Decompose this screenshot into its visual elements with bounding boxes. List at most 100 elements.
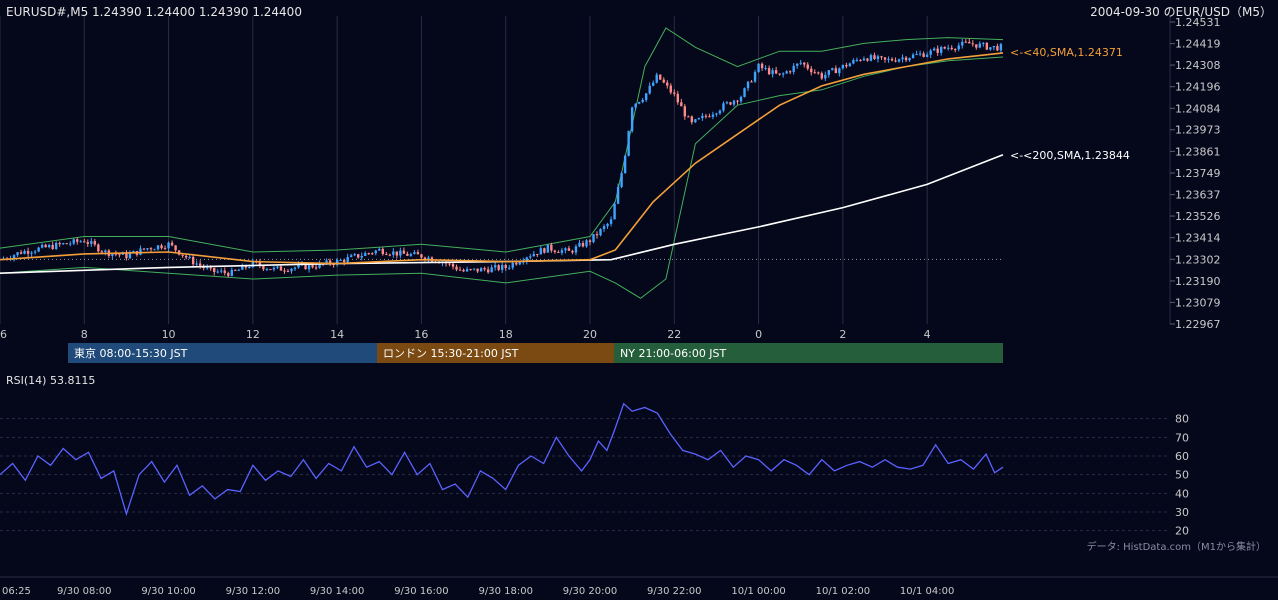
candle-body xyxy=(996,45,999,51)
candle-body xyxy=(961,41,964,46)
candle-body xyxy=(23,250,26,254)
candle-body xyxy=(869,55,873,61)
price-tick-label: 1.23302 xyxy=(1175,253,1221,266)
candle-body xyxy=(637,102,641,104)
candle-body xyxy=(648,85,651,94)
candle-body xyxy=(694,119,697,123)
candle-body xyxy=(529,256,532,258)
candle-body xyxy=(978,43,982,48)
candle-body xyxy=(104,250,107,252)
candle-body xyxy=(992,45,996,48)
rsi-tick-label: 70 xyxy=(1175,431,1189,444)
candle-body xyxy=(708,116,711,118)
candle-body xyxy=(346,257,349,263)
candle-body xyxy=(353,254,356,256)
time-tick-label: 9/30 08:00 xyxy=(57,586,111,597)
candle-body xyxy=(939,47,943,53)
candle-body xyxy=(954,49,957,51)
candle-body xyxy=(985,42,989,50)
candle-body xyxy=(209,267,212,269)
candle-body xyxy=(578,243,581,247)
candle-body xyxy=(673,92,676,94)
candle-body xyxy=(536,253,539,255)
candle-body xyxy=(753,72,757,82)
candle-body xyxy=(290,268,293,272)
time-tick-label: 10/1 02:00 xyxy=(816,586,870,597)
chart-title: 2004-09-30 のEUR/USD（M5） xyxy=(1090,5,1272,19)
time-tick-label: 9/30 12:00 xyxy=(226,586,280,597)
candle-body xyxy=(771,70,774,75)
candle-body xyxy=(381,248,384,255)
time-tick-label: 9/30 10:00 xyxy=(141,586,195,597)
candle-body xyxy=(806,64,809,69)
candle-body xyxy=(40,244,44,248)
price-x-tick-label: 22 xyxy=(667,328,681,341)
candle-body xyxy=(156,245,160,250)
candle-body xyxy=(139,248,142,255)
candle-body xyxy=(852,59,855,64)
rsi-tick-label: 60 xyxy=(1175,450,1189,463)
candle-body xyxy=(557,251,560,253)
candle-body xyxy=(581,243,585,247)
candle-body xyxy=(262,266,265,270)
candle-body xyxy=(367,253,370,255)
candle-body xyxy=(142,248,146,250)
price-x-tick-label: 4 xyxy=(924,328,931,341)
candle-body xyxy=(627,131,630,156)
candle-body xyxy=(834,68,838,74)
candle-body xyxy=(574,246,578,253)
candle-body xyxy=(592,234,595,243)
candle-body xyxy=(925,54,929,57)
candle-body xyxy=(399,250,402,256)
session-bar: 東京 08:00-15:30 JST ロンドン 15:30-21:00 JST NY… xyxy=(68,343,1003,363)
sma200-label: <-<200,SMA,1.23844 xyxy=(1010,149,1130,162)
candle-body xyxy=(83,241,86,243)
session-label: 東京 08:00-15:30 JST xyxy=(74,346,188,360)
price-x-tick-label: 6 xyxy=(0,328,7,341)
price-x-tick-label: 2 xyxy=(839,328,846,341)
candle-body xyxy=(416,252,420,255)
candle-body xyxy=(198,263,202,266)
session-label: NY 21:00-06:00 JST xyxy=(620,347,727,360)
candle-body xyxy=(515,262,518,265)
candle-body xyxy=(293,267,297,269)
candle-body xyxy=(567,248,571,251)
candle-body xyxy=(86,242,89,244)
candle-body xyxy=(943,47,946,49)
sma40-label: <-<40,SMA,1.24371 xyxy=(1010,46,1123,59)
candle-body xyxy=(37,247,40,252)
candle-body xyxy=(458,269,462,271)
candle-body xyxy=(223,270,226,273)
candle-body xyxy=(184,255,188,258)
candle-body xyxy=(448,263,451,265)
price-x-tick-label: 12 xyxy=(246,328,260,341)
price-x-tick-label: 16 xyxy=(414,328,428,341)
candle-body xyxy=(195,263,198,265)
candle-body xyxy=(392,251,395,255)
candle-body xyxy=(469,269,472,271)
candle-body xyxy=(90,241,93,244)
candle-body xyxy=(286,270,290,272)
candle-body xyxy=(887,58,890,60)
candle-body xyxy=(26,250,30,254)
candle-body xyxy=(778,73,781,75)
candle-body xyxy=(571,250,574,253)
candle-body xyxy=(388,254,392,256)
candle-body xyxy=(220,270,223,272)
candle-body xyxy=(276,266,279,268)
price-tick-label: 1.23637 xyxy=(1175,189,1221,202)
candle-body xyxy=(687,116,690,118)
time-tick-label: 10/1 04:00 xyxy=(900,586,954,597)
candle-body xyxy=(817,72,820,74)
candle-body xyxy=(19,252,23,254)
price-x-tick-label: 18 xyxy=(499,328,513,341)
price-tick-label: 1.24084 xyxy=(1175,102,1221,115)
candle-body xyxy=(62,243,65,245)
candle-body xyxy=(862,58,866,61)
candle-body xyxy=(630,107,634,132)
candle-body xyxy=(634,103,637,108)
candle-body xyxy=(216,271,219,273)
candle-body xyxy=(655,74,658,83)
candle-body xyxy=(47,244,51,248)
candle-body xyxy=(736,100,739,102)
